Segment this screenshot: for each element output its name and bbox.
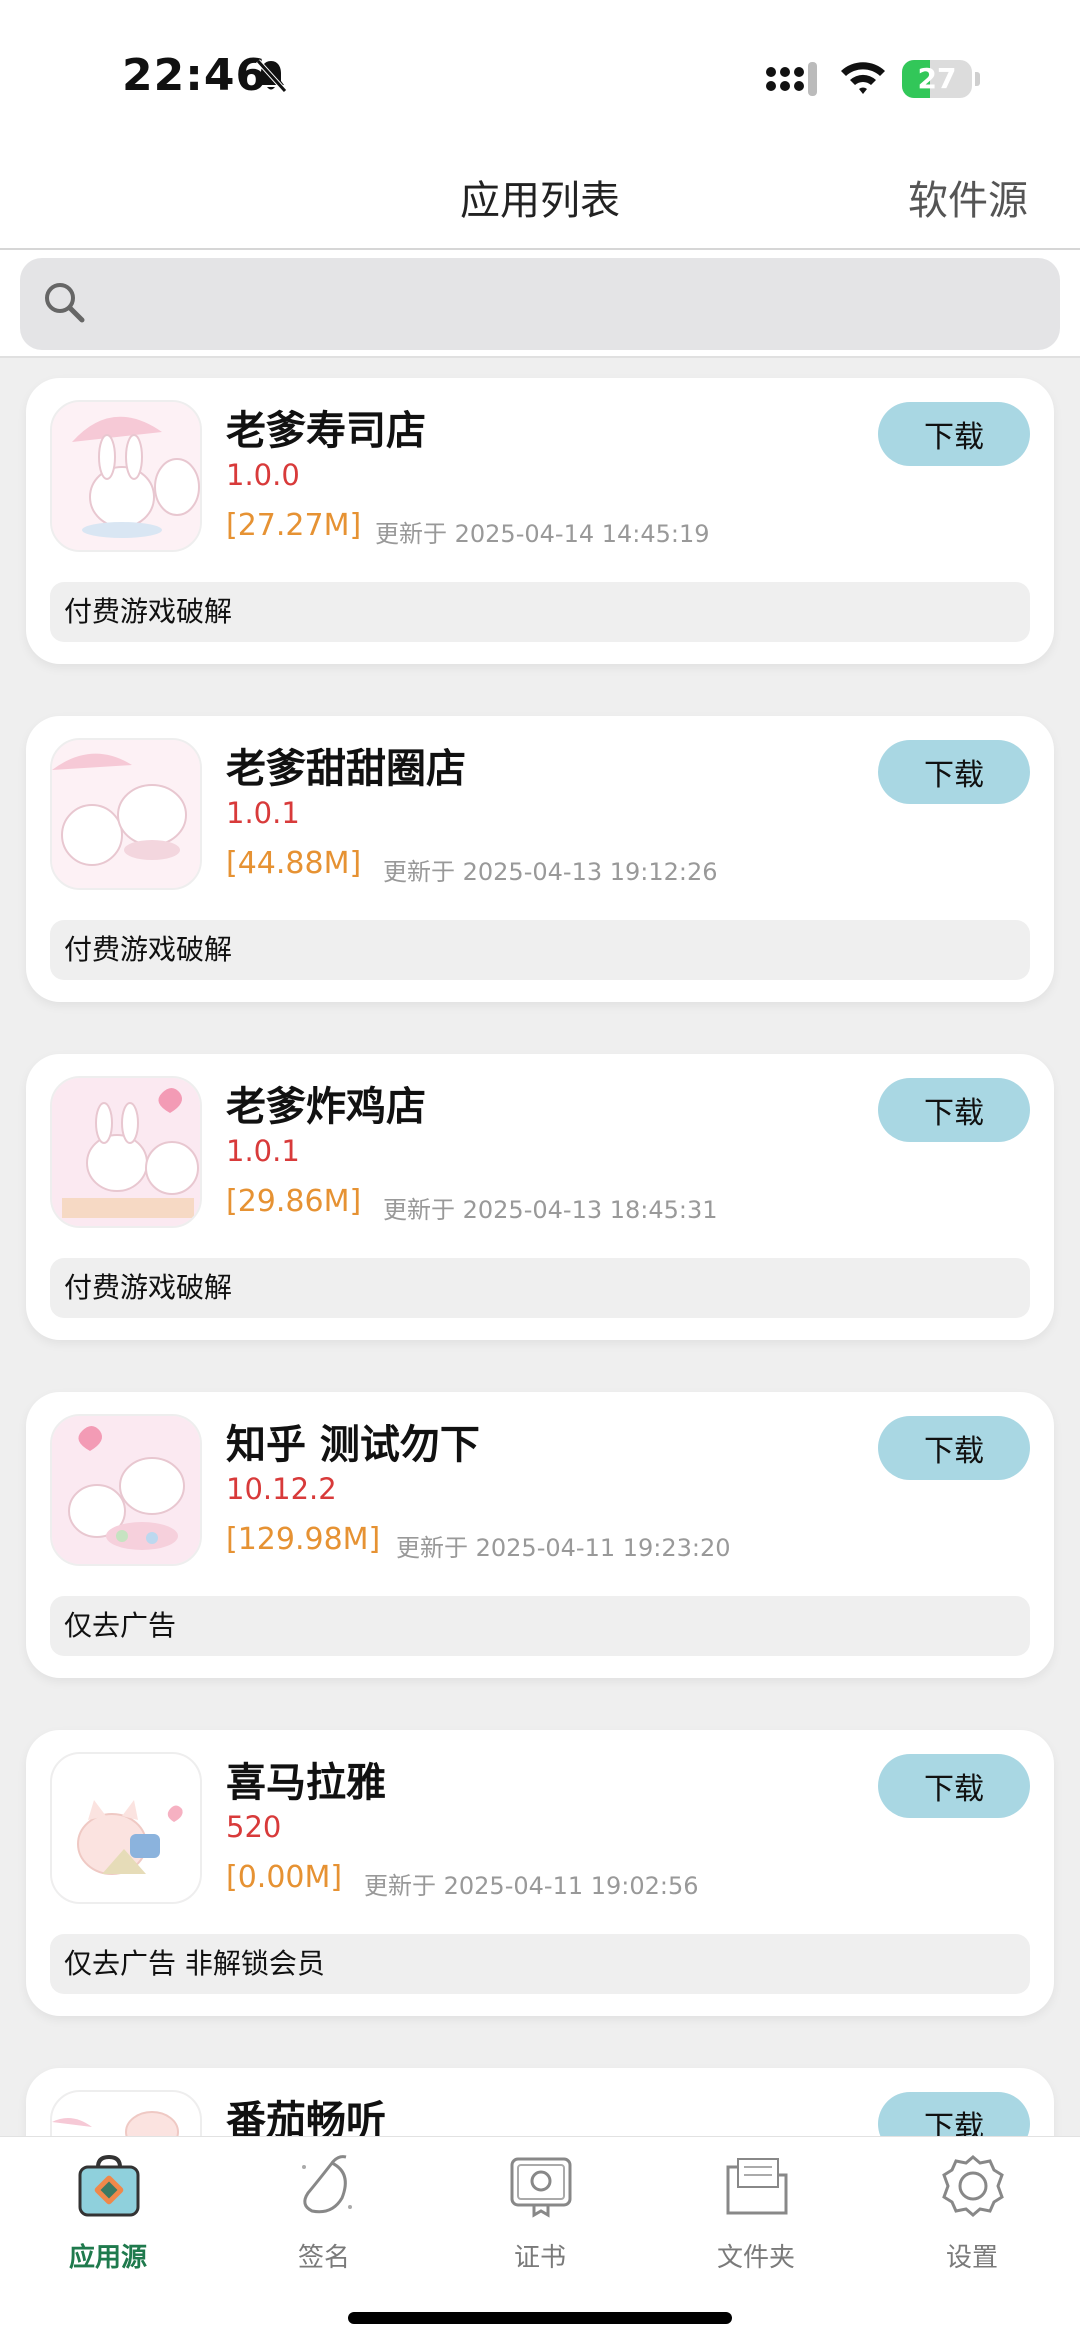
app-version: 1.0.1 — [226, 1134, 300, 1168]
app-size: [27.27M] — [226, 508, 362, 543]
app-updated: 更新于 2025-04-11 19:23:20 — [396, 1534, 731, 1562]
status-time: 22:46 — [122, 50, 268, 101]
search-icon — [40, 278, 90, 332]
app-version: 1.0.0 — [226, 458, 300, 492]
app-name: 老爹甜甜圈店 — [226, 746, 466, 792]
app-card: 喜马拉雅 520 [0.00M] 更新于 2025-04-11 19:02:56… — [26, 1730, 1054, 2016]
tab-label: 证书 — [513, 2243, 566, 2273]
app-name: 知乎 测试勿下 — [226, 1422, 480, 1468]
software-source-button[interactable]: 软件源 — [908, 168, 1028, 226]
app-tag: 仅去广告 — [50, 1596, 1030, 1656]
download-button[interactable]: 下载 — [878, 402, 1030, 466]
app-tag: 付费游戏破解 — [50, 582, 1030, 642]
app-tag: 付费游戏破解 — [50, 1258, 1030, 1318]
app-updated: 更新于 2025-04-13 19:12:26 — [383, 858, 718, 886]
tab-label: 签名 — [297, 2243, 350, 2273]
download-button[interactable]: 下载 — [878, 1078, 1030, 1142]
app-card: 老爹甜甜圈店 1.0.1 [44.88M] 更新于 2025-04-13 19:… — [26, 716, 1054, 1002]
tab-label: 设置 — [945, 2243, 998, 2273]
status-bar: 22:46 27 — [0, 0, 1080, 150]
app-tag: 仅去广告 非解锁会员 — [50, 1934, 1030, 1994]
download-button[interactable]: 下载 — [878, 740, 1030, 804]
app-version: 1.0.1 — [226, 796, 300, 830]
app-card: 老爹炸鸡店 1.0.1 [29.86M] 更新于 2025-04-13 18:4… — [26, 1054, 1054, 1340]
cellular-signal-icon — [766, 62, 820, 100]
home-indicator[interactable] — [348, 2312, 732, 2324]
tab-folder[interactable]: 文件夹 — [648, 2137, 864, 2287]
app-card: 知乎 测试勿下 10.12.2 [129.98M] 更新于 2025-04-11… — [26, 1392, 1054, 1678]
app-card: 老爹寿司店 1.0.0 [27.27M] 更新于 2025-04-14 14:4… — [26, 378, 1054, 664]
app-size: [44.88M] — [226, 846, 362, 881]
download-button[interactable]: 下载 — [878, 2092, 1030, 2136]
bag-icon — [76, 2153, 142, 2223]
search-input[interactable] — [110, 258, 1040, 350]
folder-icon — [724, 2153, 790, 2223]
battery-level: 27 — [917, 62, 957, 95]
app-name: 老爹寿司店 — [226, 408, 426, 454]
app-icon-bunny-donut[interactable] — [50, 738, 202, 890]
certificate-icon — [508, 2153, 574, 2223]
app-card: 番茄畅听 下载 — [26, 2068, 1054, 2136]
app-icon-bunny-zhihu[interactable] — [50, 1414, 202, 1566]
app-icon-bunny-sushi[interactable] — [50, 400, 202, 552]
tab-settings[interactable]: 设置 — [864, 2137, 1080, 2287]
gear-icon — [940, 2153, 1006, 2223]
tab-certificate[interactable]: 证书 — [432, 2137, 648, 2287]
app-size: [129.98M] — [226, 1522, 381, 1557]
wifi-icon — [838, 58, 888, 100]
app-name: 喜马拉雅 — [226, 1760, 386, 1806]
app-icon-cat-ximalaya[interactable] — [50, 1752, 202, 1904]
download-button[interactable]: 下载 — [878, 1416, 1030, 1480]
tab-sign[interactable]: 签名 — [216, 2137, 432, 2287]
app-icon-bunny-chicken[interactable] — [50, 1076, 202, 1228]
app-icon-tomato-listen[interactable] — [50, 2090, 202, 2136]
download-button[interactable]: 下载 — [878, 1754, 1030, 1818]
app-updated: 更新于 2025-04-13 18:45:31 — [383, 1196, 718, 1224]
app-tag: 付费游戏破解 — [50, 920, 1030, 980]
tab-label: 文件夹 — [716, 2243, 795, 2273]
app-name: 番茄畅听 — [226, 2098, 386, 2136]
bell-muted-icon — [254, 58, 288, 98]
app-version: 10.12.2 — [226, 1472, 337, 1506]
app-name: 老爹炸鸡店 — [226, 1084, 426, 1130]
app-size: [29.86M] — [226, 1184, 362, 1219]
tab-label: 应用源 — [68, 2243, 147, 2273]
mango-icon — [292, 2153, 358, 2223]
nav-bar: 应用列表 软件源 — [0, 150, 1080, 250]
search-bar — [0, 250, 1080, 358]
app-size: [0.00M] — [226, 1860, 343, 1895]
app-updated: 更新于 2025-04-14 14:45:19 — [375, 520, 710, 548]
app-updated: 更新于 2025-04-11 19:02:56 — [364, 1872, 699, 1900]
app-list: 老爹寿司店 1.0.0 [27.27M] 更新于 2025-04-14 14:4… — [0, 358, 1080, 2136]
tab-app-source[interactable]: 应用源 — [0, 2137, 216, 2287]
battery-indicator: 27 — [902, 60, 972, 98]
app-version: 520 — [226, 1810, 282, 1844]
search-box[interactable] — [20, 258, 1060, 350]
